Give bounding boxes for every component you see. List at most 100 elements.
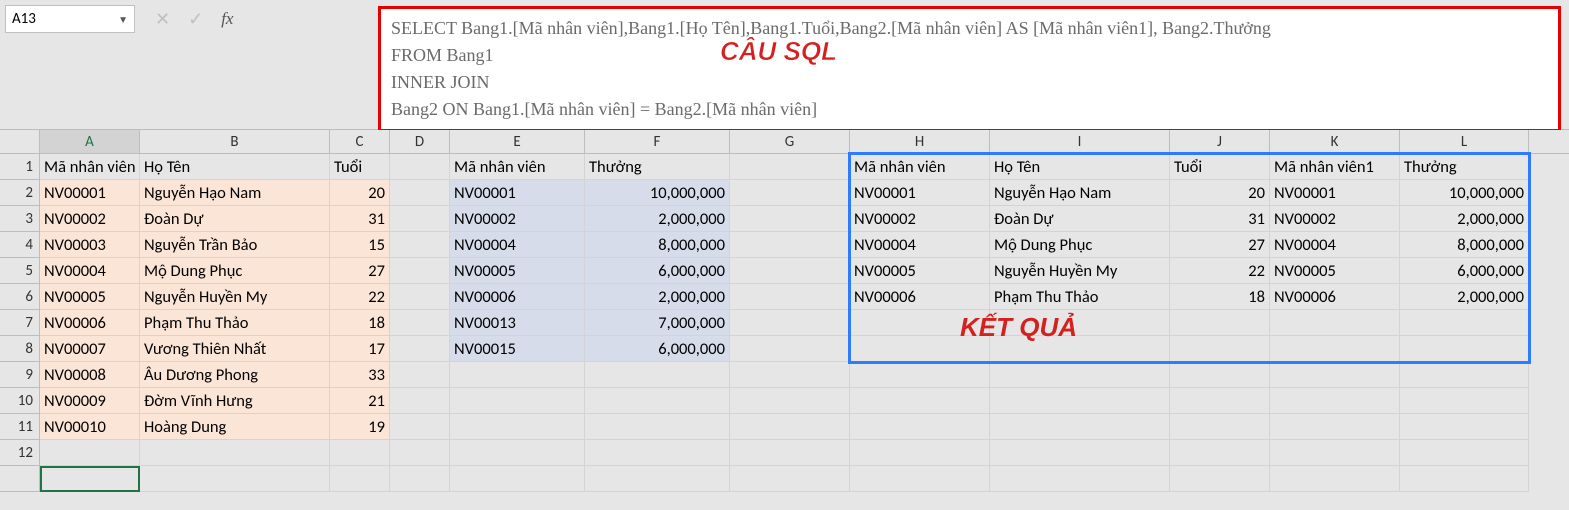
row-header[interactable]: 8 [0,336,40,362]
cell[interactable]: NV00001 [1270,180,1400,206]
cell[interactable]: NV00005 [1270,258,1400,284]
cell[interactable]: NV00008 [40,362,140,388]
cell[interactable]: 8,000,000 [1400,232,1529,258]
cell[interactable] [730,232,850,258]
cell[interactable]: NV00006 [450,284,585,310]
cell[interactable] [1400,440,1529,466]
cell[interactable] [1270,414,1400,440]
cell[interactable] [390,284,450,310]
cell[interactable] [585,466,730,492]
cell[interactable] [40,466,140,492]
cell[interactable]: Thưởng [585,154,730,180]
cell[interactable]: 10,000,000 [585,180,730,206]
cell[interactable]: Vương Thiên Nhất [140,336,330,362]
cell[interactable] [450,414,585,440]
cell[interactable]: NV00010 [40,414,140,440]
column-header[interactable]: I [990,130,1170,153]
chevron-down-icon[interactable]: ▼ [118,13,128,26]
cell[interactable]: Nguyễn Hạo Nam [140,180,330,206]
cell[interactable] [730,206,850,232]
cell[interactable]: Mã nhân viên1 [1270,154,1400,180]
cell[interactable]: 7,000,000 [585,310,730,336]
cell[interactable] [990,336,1170,362]
cell[interactable]: Họ Tên [140,154,330,180]
cell[interactable] [450,388,585,414]
cell[interactable]: 6,000,000 [1400,258,1529,284]
cell[interactable] [390,180,450,206]
cell[interactable]: Mã nhân viên [40,154,140,180]
cell[interactable] [850,466,990,492]
cell[interactable]: 31 [1170,206,1270,232]
cell[interactable] [1270,336,1400,362]
cell[interactable] [585,362,730,388]
cell[interactable]: Tuổi [1170,154,1270,180]
cell[interactable] [730,154,850,180]
cell[interactable] [40,440,140,466]
cell[interactable] [990,388,1170,414]
cell[interactable] [390,232,450,258]
cell[interactable]: Phạm Thu Thảo [990,284,1170,310]
name-box[interactable]: A13 ▼ [5,5,135,33]
cell[interactable] [390,466,450,492]
cell[interactable]: NV00002 [850,206,990,232]
cell[interactable]: 18 [330,310,390,336]
cell[interactable]: NV00006 [40,310,140,336]
cell[interactable]: Mã nhân viên [450,154,585,180]
column-header[interactable]: K [1270,130,1400,153]
cell[interactable] [1270,310,1400,336]
row-header[interactable]: 7 [0,310,40,336]
cell[interactable]: 33 [330,362,390,388]
cell[interactable] [450,440,585,466]
cell[interactable]: NV00004 [1270,232,1400,258]
cell[interactable] [730,180,850,206]
cell[interactable] [730,414,850,440]
cell[interactable]: 8,000,000 [585,232,730,258]
column-header[interactable]: J [1170,130,1270,153]
cell[interactable] [1400,388,1529,414]
select-all-corner[interactable] [0,130,40,154]
column-header[interactable]: C [330,130,390,153]
cell[interactable]: 27 [330,258,390,284]
cell[interactable] [730,466,850,492]
row-header[interactable]: 4 [0,232,40,258]
cell[interactable] [390,206,450,232]
column-header[interactable]: F [585,130,730,153]
cell[interactable]: Nguyễn Huyền My [990,258,1170,284]
enter-icon[interactable]: ✓ [188,8,203,30]
cell[interactable] [585,414,730,440]
cell[interactable]: Thưởng [1400,154,1529,180]
cell[interactable] [390,414,450,440]
row-header[interactable]: 2 [0,180,40,206]
cell[interactable] [585,440,730,466]
cell[interactable] [390,258,450,284]
cell[interactable]: 31 [330,206,390,232]
cell[interactable]: 6,000,000 [585,258,730,284]
column-header[interactable]: G [730,130,850,153]
cell[interactable]: NV00007 [40,336,140,362]
cell[interactable] [1170,440,1270,466]
cell[interactable]: 2,000,000 [585,284,730,310]
cell[interactable] [990,310,1170,336]
cell[interactable]: Đờm Vĩnh Hưng [140,388,330,414]
cell[interactable]: NV00002 [1270,206,1400,232]
cell[interactable]: Đoàn Dự [140,206,330,232]
cell[interactable]: NV00006 [850,284,990,310]
cell[interactable]: NV00005 [450,258,585,284]
cell[interactable] [1270,466,1400,492]
cell[interactable]: NV00003 [40,232,140,258]
cell[interactable] [140,466,330,492]
cell[interactable] [140,440,330,466]
cell[interactable] [390,310,450,336]
cell[interactable]: Mộ Dung Phục [990,232,1170,258]
cell[interactable]: NV00004 [850,232,990,258]
cell[interactable] [730,336,850,362]
cell[interactable] [1400,466,1529,492]
cell[interactable] [1400,362,1529,388]
cell[interactable]: NV00006 [1270,284,1400,310]
column-header[interactable]: A [40,130,140,153]
row-header[interactable]: 5 [0,258,40,284]
cell[interactable]: Mã nhân viên [850,154,990,180]
row-header[interactable]: 9 [0,362,40,388]
cell[interactable] [850,414,990,440]
cell[interactable]: 22 [330,284,390,310]
